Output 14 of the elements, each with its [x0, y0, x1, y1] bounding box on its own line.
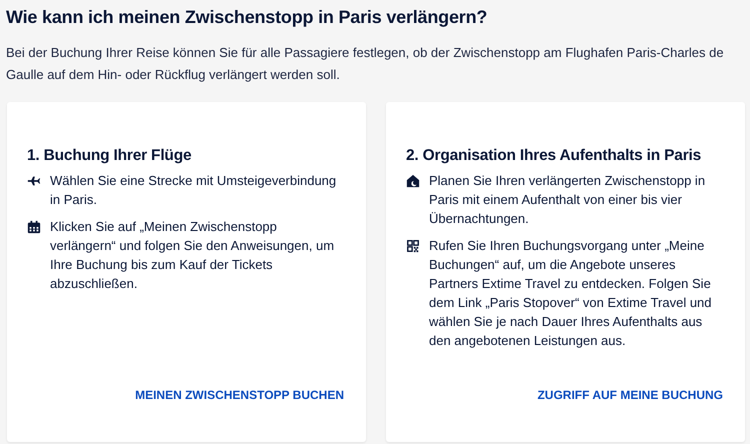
intro-text: Bei der Buchung Ihrer Reise können Sie für alle Passagiere festlegen, ob der Zwischenstopp am Flughafen Paris-Charles de Gaulle auf dem Hin- oder Rückflug verlängert werden soll. [6, 44, 725, 84]
action-link[interactable]: MEINEN ZWISCHENSTOPP BUCHEN [135, 388, 344, 402]
step-text: Klicken Sie auf „Meinen Zwischenstopp verlängern“ und folgen Sie den Anweisungen, um Ihre Buchung bis zum Kauf der Tickets abzuschließen. [50, 218, 336, 293]
card-title: 1. Buchung Ihrer Flüge [27, 147, 192, 165]
airplane-icon [27, 174, 41, 188]
qr-code-icon [406, 239, 420, 253]
step-text: Planen Sie Ihren verlängerten Zwischenstopp in Paris mit einem Aufenthalt von einer bis vier Übernachtungen. [429, 172, 706, 228]
step-text: Wählen Sie eine Strecke mit Umsteigeverbindung in Paris. [50, 172, 338, 209]
calendar-icon [27, 220, 41, 234]
card-title: 2. Organisation Ihres Aufenthalts in Paris [406, 147, 702, 165]
house-moon-icon [406, 174, 420, 188]
page-title: Wie kann ich meinen Zwischenstopp in Paris verlängern? [6, 6, 488, 29]
step-text: Rufen Sie Ihren Buchungsvorgang unter „Meine Buchungen“ auf, um die Angebote unseres Partners Extime Travel zu entdecken. Folgen Sie dem Link „Paris Stopover“ von Extime Travel und wählen Sie je nach Dauer Ihres Aufenthalts aus den angebotenen Leistungen aus. [429, 237, 713, 350]
action-link[interactable]: ZUGRIFF AUF MEINE BUCHUNG [537, 388, 723, 402]
